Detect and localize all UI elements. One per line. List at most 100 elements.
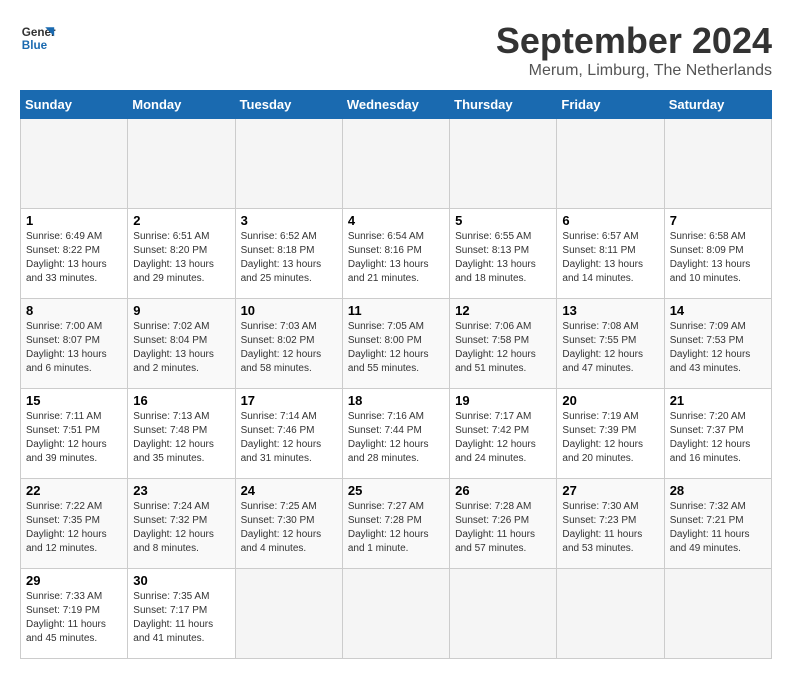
day-number: 17 xyxy=(241,393,337,408)
day-number: 9 xyxy=(133,303,229,318)
calendar-cell: 13 Sunrise: 7:08 AM Sunset: 7:55 PM Dayli… xyxy=(557,299,664,389)
calendar-week-5: 29 Sunrise: 7:33 AM Sunset: 7:19 PM Dayli… xyxy=(21,569,772,659)
day-info: Sunrise: 7:24 AM Sunset: 7:32 PM Dayligh… xyxy=(133,500,229,556)
calendar-cell: 23 Sunrise: 7:24 AM Sunset: 7:32 PM Dayli… xyxy=(128,479,235,569)
weekday-friday: Friday xyxy=(557,91,664,119)
calendar-cell: 12Sunrise: 7:06 AM Sunset: 7:58 PM Dayli… xyxy=(450,299,557,389)
day-number: 5 xyxy=(455,213,551,228)
day-number: 29 xyxy=(26,573,122,588)
day-info: Sunrise: 6:52 AM Sunset: 8:18 PM Dayligh… xyxy=(241,230,337,286)
svg-text:Blue: Blue xyxy=(22,39,48,52)
calendar-cell xyxy=(128,119,235,209)
calendar-cell: 7Sunrise: 6:58 AM Sunset: 8:09 PM Daylig… xyxy=(664,209,771,299)
calendar-cell: 29 Sunrise: 7:33 AM Sunset: 7:19 PM Dayli… xyxy=(21,569,128,659)
calendar-table: SundayMondayTuesdayWednesdayThursdayFrid… xyxy=(20,90,772,659)
calendar-cell: 9 Sunrise: 7:02 AM Sunset: 8:04 PM Daylig… xyxy=(128,299,235,389)
calendar-cell xyxy=(21,119,128,209)
day-info: Sunrise: 7:17 AM Sunset: 7:42 PM Dayligh… xyxy=(455,410,551,466)
day-number: 2 xyxy=(133,213,229,228)
weekday-header-row: SundayMondayTuesdayWednesdayThursdayFrid… xyxy=(21,91,772,119)
calendar-week-4: 22Sunrise: 7:22 AM Sunset: 7:35 PM Dayli… xyxy=(21,479,772,569)
day-number: 1 xyxy=(26,213,122,228)
day-info: Sunrise: 7:11 AM Sunset: 7:51 PM Dayligh… xyxy=(26,410,122,466)
calendar-cell: 25 Sunrise: 7:27 AM Sunset: 7:28 PM Dayli… xyxy=(342,479,449,569)
calendar-cell: 20Sunrise: 7:19 AM Sunset: 7:39 PM Dayli… xyxy=(557,389,664,479)
weekday-sunday: Sunday xyxy=(21,91,128,119)
calendar-cell: 4Sunrise: 6:54 AM Sunset: 8:16 PM Daylig… xyxy=(342,209,449,299)
calendar-cell xyxy=(450,119,557,209)
day-number: 14 xyxy=(670,303,766,318)
calendar-cell: 15Sunrise: 7:11 AM Sunset: 7:51 PM Dayli… xyxy=(21,389,128,479)
calendar-cell: 18Sunrise: 7:16 AM Sunset: 7:44 PM Dayli… xyxy=(342,389,449,479)
day-number: 23 xyxy=(133,483,229,498)
day-info: Sunrise: 7:03 AM Sunset: 8:02 PM Dayligh… xyxy=(241,320,337,376)
day-number: 13 xyxy=(562,303,658,318)
calendar-body: 1 Sunrise: 6:49 AM Sunset: 8:22 PM Daylig… xyxy=(21,119,772,659)
calendar-cell: 2 Sunrise: 6:51 AM Sunset: 8:20 PM Daylig… xyxy=(128,209,235,299)
logo-icon: General Blue xyxy=(20,20,56,56)
calendar-cell: 30 Sunrise: 7:35 AM Sunset: 7:17 PM Dayli… xyxy=(128,569,235,659)
calendar-week-0 xyxy=(21,119,772,209)
calendar-cell: 6 Sunrise: 6:57 AM Sunset: 8:11 PM Daylig… xyxy=(557,209,664,299)
calendar-cell: 14 Sunrise: 7:09 AM Sunset: 7:53 PM Dayli… xyxy=(664,299,771,389)
calendar-cell xyxy=(342,569,449,659)
calendar-cell xyxy=(664,119,771,209)
calendar-cell: 19 Sunrise: 7:17 AM Sunset: 7:42 PM Dayli… xyxy=(450,389,557,479)
day-info: Sunrise: 7:30 AM Sunset: 7:23 PM Dayligh… xyxy=(562,500,658,556)
calendar-cell: 26Sunrise: 7:28 AM Sunset: 7:26 PM Dayli… xyxy=(450,479,557,569)
calendar-week-2: 8 Sunrise: 7:00 AM Sunset: 8:07 PM Daylig… xyxy=(21,299,772,389)
calendar-cell xyxy=(342,119,449,209)
day-info: Sunrise: 7:33 AM Sunset: 7:19 PM Dayligh… xyxy=(26,590,122,646)
calendar-cell: 27 Sunrise: 7:30 AM Sunset: 7:23 PM Dayli… xyxy=(557,479,664,569)
location: Merum, Limburg, The Netherlands xyxy=(496,62,772,80)
calendar-week-1: 1 Sunrise: 6:49 AM Sunset: 8:22 PM Daylig… xyxy=(21,209,772,299)
day-number: 26 xyxy=(455,483,551,498)
weekday-thursday: Thursday xyxy=(450,91,557,119)
calendar-cell xyxy=(235,569,342,659)
day-info: Sunrise: 7:05 AM Sunset: 8:00 PM Dayligh… xyxy=(348,320,444,376)
day-info: Sunrise: 7:06 AM Sunset: 7:58 PM Dayligh… xyxy=(455,320,551,376)
day-number: 21 xyxy=(670,393,766,408)
calendar-cell xyxy=(664,569,771,659)
day-number: 30 xyxy=(133,573,229,588)
day-number: 19 xyxy=(455,393,551,408)
day-info: Sunrise: 6:54 AM Sunset: 8:16 PM Dayligh… xyxy=(348,230,444,286)
day-number: 6 xyxy=(562,213,658,228)
calendar-cell: 24 Sunrise: 7:25 AM Sunset: 7:30 PM Dayli… xyxy=(235,479,342,569)
day-number: 27 xyxy=(562,483,658,498)
logo: General Blue xyxy=(20,20,56,56)
day-number: 8 xyxy=(26,303,122,318)
calendar-cell: 17 Sunrise: 7:14 AM Sunset: 7:46 PM Dayli… xyxy=(235,389,342,479)
day-number: 11 xyxy=(348,303,444,318)
weekday-wednesday: Wednesday xyxy=(342,91,449,119)
day-info: Sunrise: 7:35 AM Sunset: 7:17 PM Dayligh… xyxy=(133,590,229,646)
day-info: Sunrise: 7:02 AM Sunset: 8:04 PM Dayligh… xyxy=(133,320,229,376)
day-number: 3 xyxy=(241,213,337,228)
day-number: 24 xyxy=(241,483,337,498)
day-number: 25 xyxy=(348,483,444,498)
day-info: Sunrise: 7:08 AM Sunset: 7:55 PM Dayligh… xyxy=(562,320,658,376)
calendar-cell xyxy=(235,119,342,209)
calendar-cell: 22Sunrise: 7:22 AM Sunset: 7:35 PM Dayli… xyxy=(21,479,128,569)
calendar-cell: 10 Sunrise: 7:03 AM Sunset: 8:02 PM Dayli… xyxy=(235,299,342,389)
weekday-tuesday: Tuesday xyxy=(235,91,342,119)
day-info: Sunrise: 7:20 AM Sunset: 7:37 PM Dayligh… xyxy=(670,410,766,466)
calendar-cell xyxy=(450,569,557,659)
day-info: Sunrise: 7:14 AM Sunset: 7:46 PM Dayligh… xyxy=(241,410,337,466)
day-info: Sunrise: 7:25 AM Sunset: 7:30 PM Dayligh… xyxy=(241,500,337,556)
calendar-cell: 16Sunrise: 7:13 AM Sunset: 7:48 PM Dayli… xyxy=(128,389,235,479)
calendar-cell xyxy=(557,569,664,659)
day-info: Sunrise: 6:57 AM Sunset: 8:11 PM Dayligh… xyxy=(562,230,658,286)
day-number: 18 xyxy=(348,393,444,408)
day-info: Sunrise: 6:51 AM Sunset: 8:20 PM Dayligh… xyxy=(133,230,229,286)
calendar-cell: 11 Sunrise: 7:05 AM Sunset: 8:00 PM Dayli… xyxy=(342,299,449,389)
day-info: Sunrise: 6:49 AM Sunset: 8:22 PM Dayligh… xyxy=(26,230,122,286)
day-info: Sunrise: 7:27 AM Sunset: 7:28 PM Dayligh… xyxy=(348,500,444,556)
weekday-monday: Monday xyxy=(128,91,235,119)
calendar-week-3: 15Sunrise: 7:11 AM Sunset: 7:51 PM Dayli… xyxy=(21,389,772,479)
day-info: Sunrise: 7:00 AM Sunset: 8:07 PM Dayligh… xyxy=(26,320,122,376)
day-number: 10 xyxy=(241,303,337,318)
day-info: Sunrise: 7:09 AM Sunset: 7:53 PM Dayligh… xyxy=(670,320,766,376)
calendar-cell: 21 Sunrise: 7:20 AM Sunset: 7:37 PM Dayli… xyxy=(664,389,771,479)
day-info: Sunrise: 7:32 AM Sunset: 7:21 PM Dayligh… xyxy=(670,500,766,556)
